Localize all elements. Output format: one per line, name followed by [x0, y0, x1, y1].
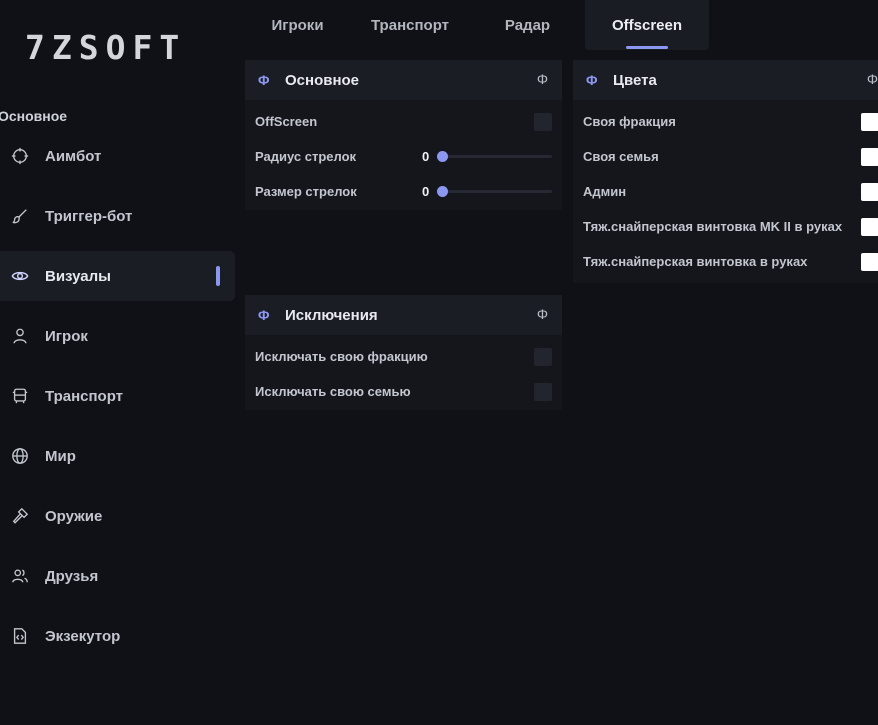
tab-radar[interactable]: Радар — [470, 0, 585, 50]
color-row: Своя фракция — [573, 105, 878, 140]
color-swatch[interactable] — [861, 183, 878, 201]
active-tab-underline — [626, 46, 668, 49]
phi-icon[interactable]: Φ — [537, 306, 548, 322]
code-file-icon — [10, 626, 30, 646]
sidebar-item-label: Оружие — [45, 507, 103, 525]
arrow-size-label: Размер стрелок — [255, 184, 357, 199]
panel-title: Основное — [285, 71, 360, 89]
bus-icon — [10, 386, 30, 406]
sidebar-item-label: Игрок — [45, 327, 88, 345]
user-icon — [10, 326, 30, 346]
arrow-size-value: 0 — [422, 184, 430, 199]
color-label: Тяж.снайперская винтовка в руках — [583, 254, 808, 269]
exclude-family-label: Исключать свою семью — [255, 384, 411, 399]
slider-knob[interactable] — [437, 186, 448, 197]
color-label: Своя семья — [583, 149, 659, 164]
phi-icon[interactable]: Φ — [537, 71, 548, 87]
panel-main: Φ Основное Φ OffScreen Радиус стрелок 0 … — [245, 60, 562, 210]
panel-exceptions: Φ Исключения Φ Исключать свою фракцию Ис… — [245, 295, 562, 410]
phi-icon[interactable]: Φ — [867, 71, 878, 87]
active-indicator — [216, 266, 220, 286]
arrow-radius-slider[interactable] — [437, 151, 552, 162]
crosshair-icon — [10, 146, 30, 166]
sidebar-item-player[interactable]: Игрок — [0, 311, 235, 361]
arrow-radius-row: Радиус стрелок 0 — [245, 140, 562, 175]
sidebar-item-transport[interactable]: Транспорт — [0, 371, 235, 421]
offscreen-checkbox[interactable] — [534, 113, 552, 131]
slider-knob[interactable] — [437, 151, 448, 162]
sidebar: Аимбот Триггер-бот Визуалы Игрок Транспо… — [0, 131, 235, 671]
sidebar-section-title: Основное — [0, 108, 68, 124]
sidebar-item-visuals[interactable]: Визуалы — [0, 251, 235, 301]
exclude-family-row: Исключать свою семью — [245, 375, 562, 410]
globe-icon — [10, 446, 30, 466]
color-row: Своя семья — [573, 140, 878, 175]
brush-icon — [10, 206, 30, 226]
phi-icon: Φ — [258, 307, 270, 323]
sidebar-item-label: Мир — [45, 447, 76, 465]
exclude-faction-checkbox[interactable] — [534, 348, 552, 366]
sidebar-item-world[interactable]: Мир — [0, 431, 235, 481]
panel-colors: Φ Цвета Φ Своя фракция Своя семья Админ … — [573, 60, 878, 283]
sidebar-item-triggerbot[interactable]: Триггер-бот — [0, 191, 235, 241]
color-row: Тяж.снайперская винтовка MK II в руках — [573, 210, 878, 245]
exclude-family-checkbox[interactable] — [534, 383, 552, 401]
color-label: Своя фракция — [583, 114, 676, 129]
phi-icon: Φ — [258, 72, 270, 88]
arrow-size-slider[interactable] — [437, 186, 552, 197]
sidebar-item-friends[interactable]: Друзья — [0, 551, 235, 601]
panel-colors-header: Φ Цвета Φ — [573, 60, 878, 100]
color-label: Тяж.снайперская винтовка MK II в руках — [583, 219, 843, 234]
sidebar-item-label: Триггер-бот — [45, 207, 133, 225]
sidebar-item-label: Экзекутор — [45, 627, 121, 645]
sidebar-item-aimbot[interactable]: Аимбот — [0, 131, 235, 181]
arrow-radius-label: Радиус стрелок — [255, 149, 357, 164]
panel-main-header: Φ Основное Φ — [245, 60, 562, 100]
panel-exceptions-header: Φ Исключения Φ — [245, 295, 562, 335]
users-icon — [10, 566, 30, 586]
tab-offscreen[interactable]: Offscreen — [585, 0, 709, 50]
panel-title: Исключения — [285, 306, 378, 324]
phi-icon: Φ — [586, 72, 598, 88]
brand-logo: 7ZSOFT — [25, 28, 187, 67]
eye-icon — [10, 266, 30, 286]
hammer-icon — [10, 506, 30, 526]
sidebar-item-label: Аимбот — [45, 147, 102, 165]
tab-players[interactable]: Игроки — [245, 0, 350, 50]
color-row: Тяж.снайперская винтовка в руках — [573, 245, 878, 280]
arrow-radius-value: 0 — [422, 149, 430, 164]
color-swatch[interactable] — [861, 218, 878, 236]
sidebar-item-label: Визуалы — [45, 267, 111, 285]
top-tabs: Игроки Транспорт Радар Offscreen — [245, 0, 709, 50]
sidebar-item-label: Друзья — [45, 567, 99, 585]
panel-title: Цвета — [613, 71, 657, 89]
offscreen-row: OffScreen — [245, 105, 562, 140]
color-label: Админ — [583, 184, 627, 199]
color-swatch[interactable] — [861, 253, 878, 271]
color-swatch[interactable] — [861, 148, 878, 166]
offscreen-label: OffScreen — [255, 114, 318, 129]
tab-transport[interactable]: Транспорт — [350, 0, 470, 50]
sidebar-item-executor[interactable]: Экзекутор — [0, 611, 235, 661]
exclude-faction-label: Исключать свою фракцию — [255, 349, 428, 364]
color-row: Админ — [573, 175, 878, 210]
sidebar-item-weapons[interactable]: Оружие — [0, 491, 235, 541]
arrow-size-row: Размер стрелок 0 — [245, 175, 562, 210]
color-swatch[interactable] — [861, 113, 878, 131]
sidebar-item-label: Транспорт — [45, 387, 124, 405]
exclude-faction-row: Исключать свою фракцию — [245, 340, 562, 375]
